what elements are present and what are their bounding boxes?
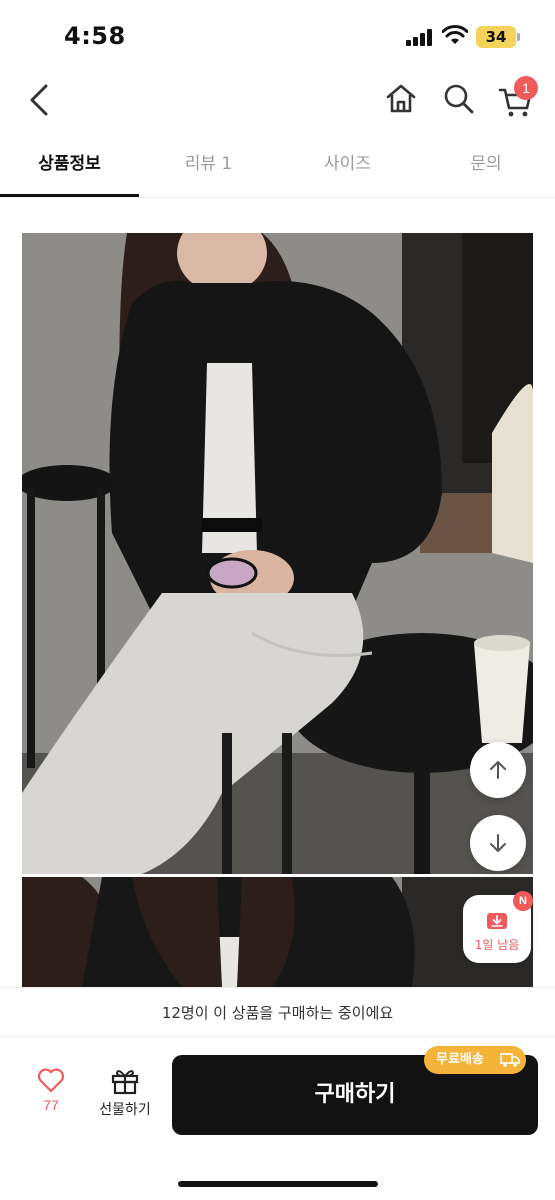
status-time: 4:58 bbox=[64, 22, 126, 50]
tab-reviews[interactable]: 리뷰 1 bbox=[139, 136, 278, 198]
scroll-top-button[interactable] bbox=[470, 742, 526, 798]
ticket-icon bbox=[487, 913, 507, 929]
tab-product-info[interactable]: 상품정보 bbox=[0, 136, 139, 198]
truck-icon bbox=[500, 1053, 520, 1067]
search-icon[interactable] bbox=[442, 82, 476, 116]
gift-label: 선물하기 bbox=[99, 1102, 151, 1118]
home-icon[interactable] bbox=[384, 82, 418, 116]
new-badge: N bbox=[513, 891, 533, 911]
back-icon[interactable] bbox=[22, 80, 58, 120]
product-tabs: 상품정보 리뷰 1 사이즈 문의 bbox=[0, 136, 555, 198]
signal-icon bbox=[406, 28, 434, 46]
heart-icon bbox=[37, 1068, 65, 1093]
like-button[interactable]: 77 bbox=[22, 1067, 80, 1127]
free-shipping-label: 무료배송 bbox=[436, 1052, 484, 1067]
like-count: 77 bbox=[43, 1097, 59, 1113]
battery-icon: 34 bbox=[476, 26, 516, 48]
days-left-label: 1일 남음 bbox=[474, 938, 520, 952]
product-photo bbox=[22, 233, 533, 874]
tab-size[interactable]: 사이즈 bbox=[278, 136, 417, 198]
arrow-down-icon bbox=[490, 834, 506, 852]
arrow-up-icon bbox=[490, 761, 506, 779]
wifi-icon bbox=[442, 25, 468, 44]
gift-button[interactable]: 선물하기 bbox=[88, 1067, 162, 1127]
coupon-widget[interactable]: N 1일 남음 bbox=[463, 891, 533, 963]
buyers-notice: 12명이 이 상품을 구매하는 중이에요 bbox=[0, 987, 555, 1037]
home-indicator bbox=[178, 1181, 378, 1187]
product-photo-2 bbox=[22, 877, 533, 987]
free-shipping-badge: 무료배송 bbox=[424, 1046, 526, 1074]
gift-icon bbox=[111, 1070, 139, 1095]
cart-badge: 1 bbox=[514, 76, 538, 100]
active-tab-indicator bbox=[0, 194, 139, 197]
tab-inquiry[interactable]: 문의 bbox=[417, 136, 555, 198]
status-bar: 4:58 34 bbox=[0, 0, 555, 72]
scroll-bottom-button[interactable] bbox=[470, 815, 526, 871]
nav-header bbox=[0, 72, 555, 128]
battery-tip bbox=[517, 33, 520, 41]
